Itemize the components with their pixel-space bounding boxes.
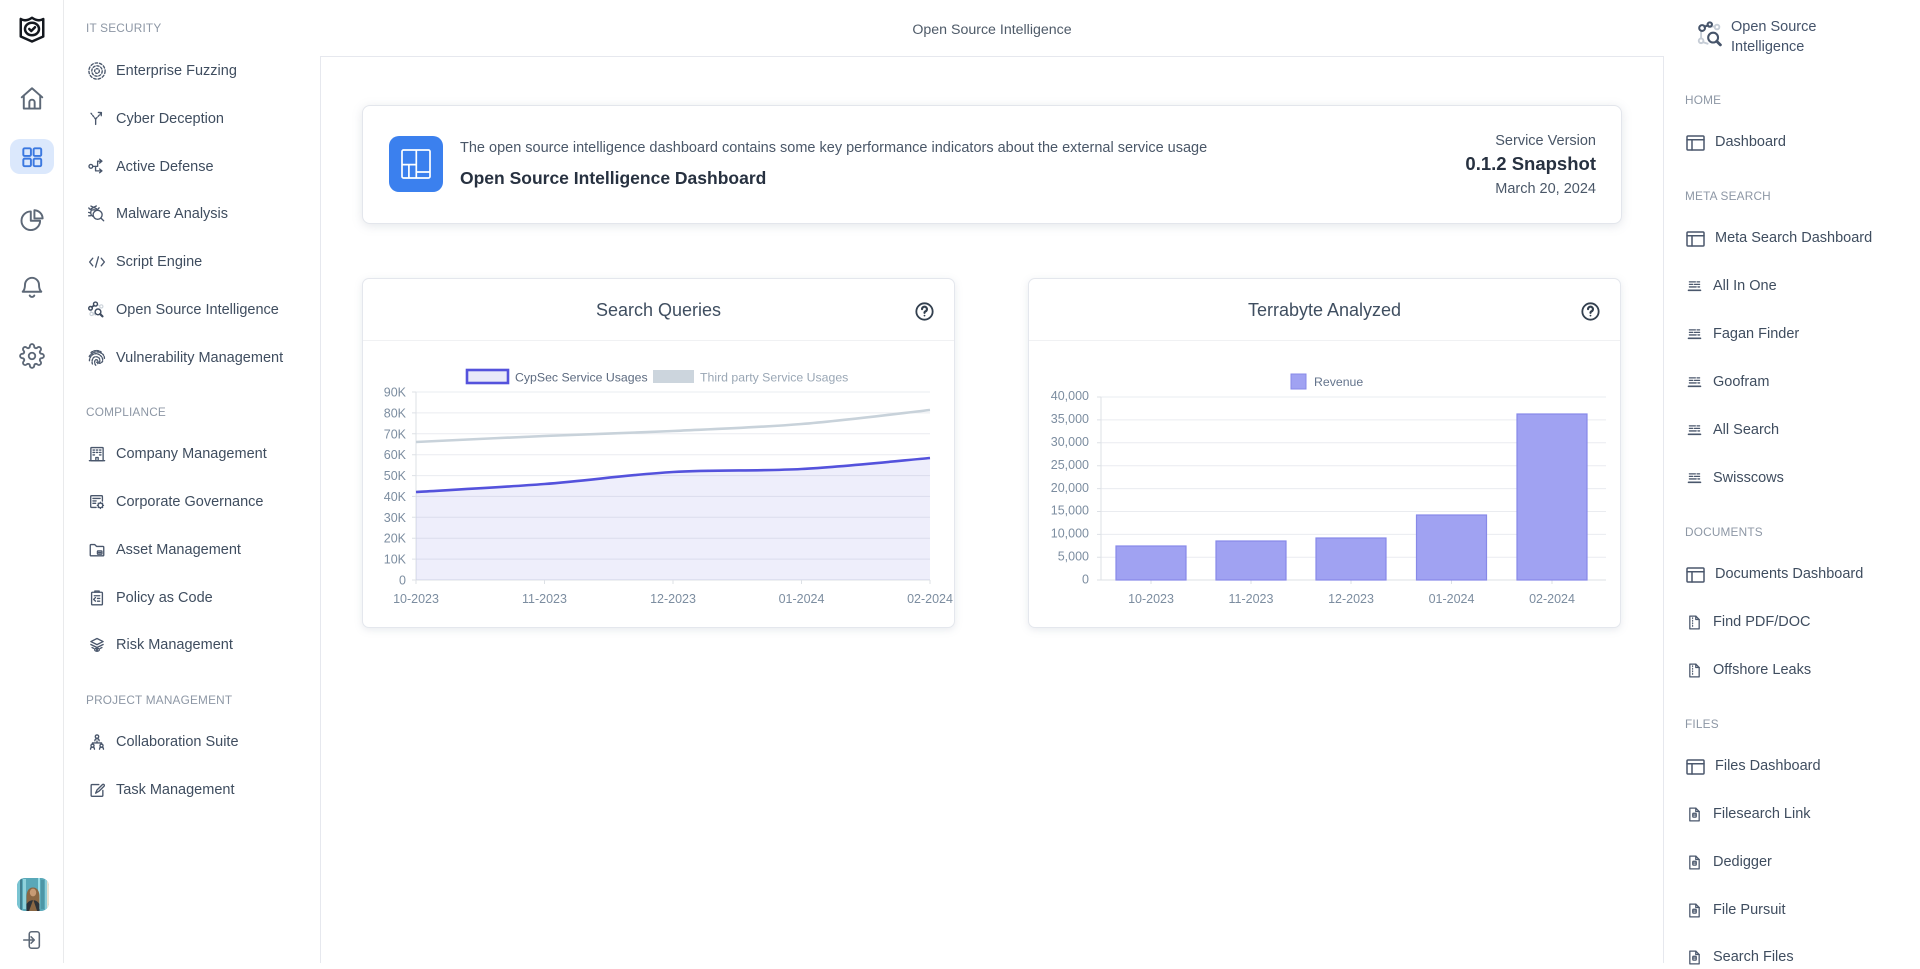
svg-text:25,000: 25,000 [1051,458,1089,472]
svg-text:0: 0 [399,574,406,588]
svg-text:CypSec Service Usages: CypSec Service Usages [515,371,648,385]
svg-text:10K: 10K [384,553,407,567]
svg-text:11-2023: 11-2023 [1229,592,1274,606]
svg-text:02-2024: 02-2024 [907,592,953,606]
svg-text:0: 0 [1082,573,1089,587]
svg-text:11-2023: 11-2023 [522,592,567,606]
svg-text:15,000: 15,000 [1051,504,1089,518]
svg-text:20,000: 20,000 [1051,481,1089,495]
svg-text:Third party Service Usages: Third party Service Usages [700,371,848,385]
svg-text:30,000: 30,000 [1051,435,1089,449]
svg-text:Revenue: Revenue [1314,375,1363,389]
svg-text:12-2023: 12-2023 [1328,592,1374,606]
svg-text:01-2024: 01-2024 [779,592,825,606]
svg-text:5,000: 5,000 [1058,550,1089,564]
svg-text:01-2024: 01-2024 [1429,592,1475,606]
svg-text:10,000: 10,000 [1051,527,1089,541]
svg-text:90K: 90K [384,386,407,400]
svg-text:60K: 60K [384,448,407,462]
svg-text:30K: 30K [384,511,407,525]
svg-text:70K: 70K [384,427,407,441]
svg-text:40,000: 40,000 [1051,389,1089,403]
svg-text:10-2023: 10-2023 [393,592,439,606]
svg-text:80K: 80K [384,406,407,420]
svg-text:35,000: 35,000 [1051,412,1089,426]
svg-text:12-2023: 12-2023 [650,592,696,606]
svg-text:40K: 40K [384,490,407,504]
svg-text:10-2023: 10-2023 [1128,592,1174,606]
svg-text:20K: 20K [384,532,407,546]
svg-text:02-2024: 02-2024 [1529,592,1575,606]
svg-text:50K: 50K [384,469,407,483]
